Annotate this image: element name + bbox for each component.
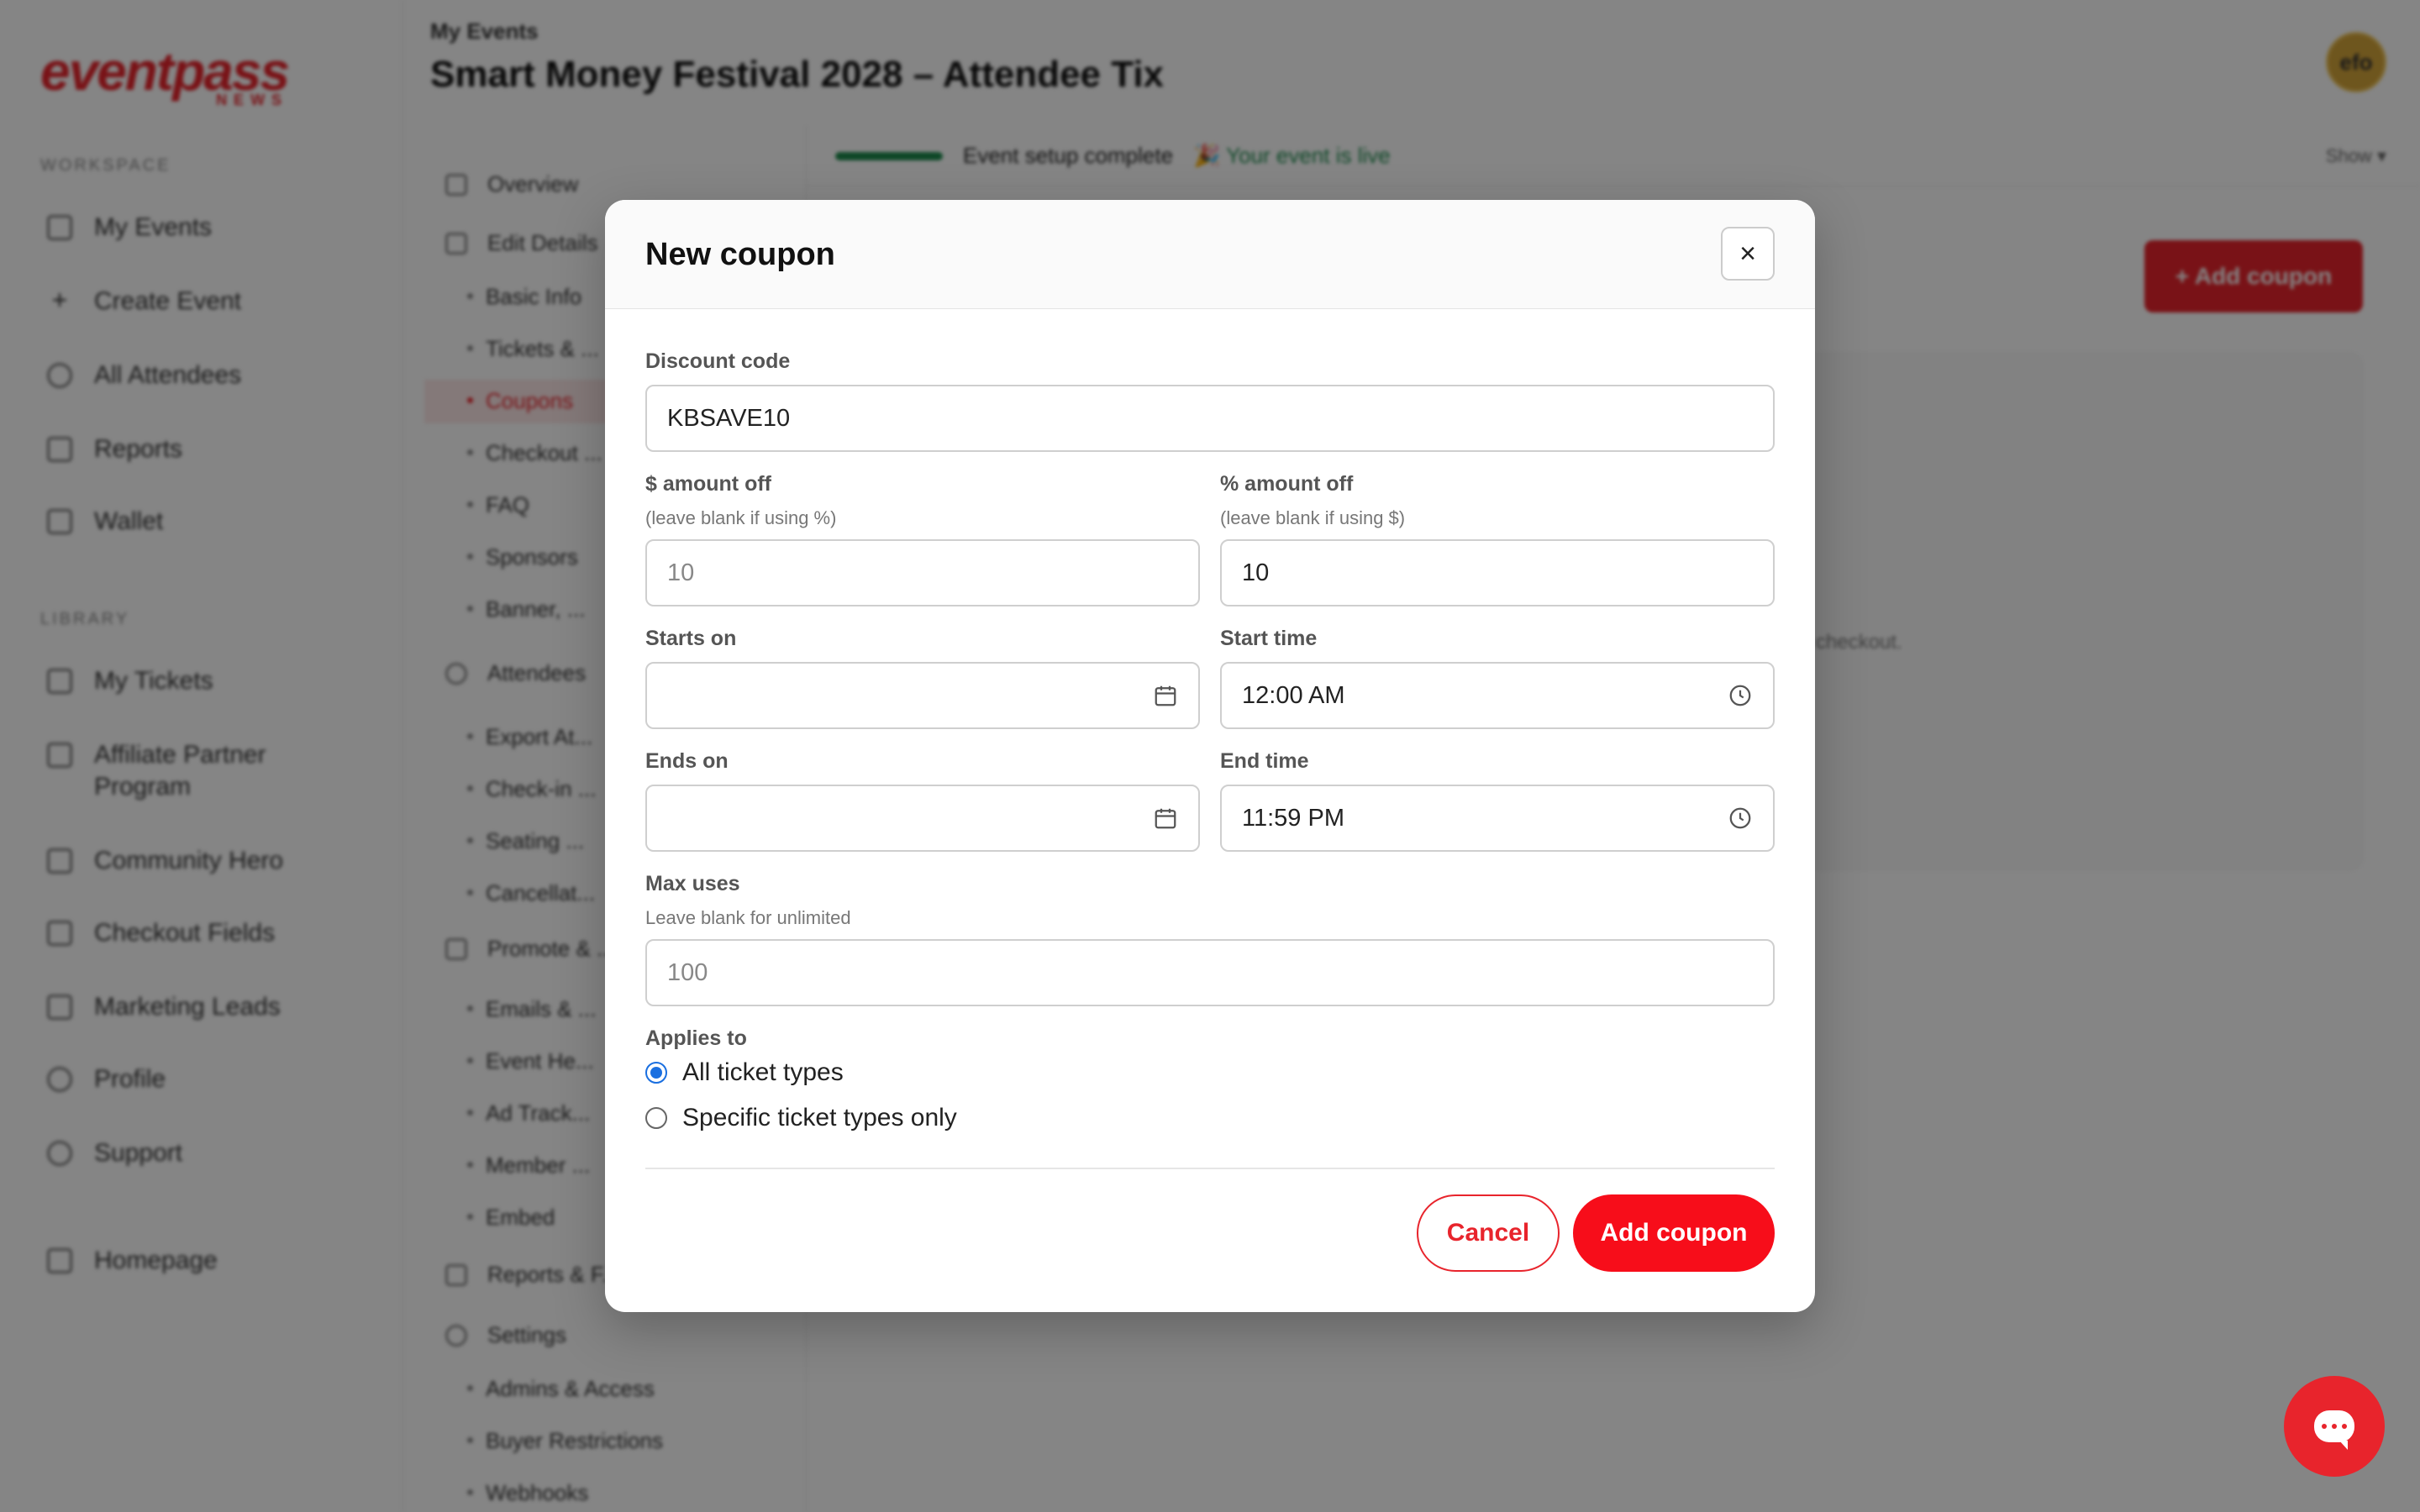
discount-code-input[interactable] xyxy=(645,385,1775,452)
new-coupon-dialog: New coupon × Discount code $ amount off … xyxy=(605,200,1815,1312)
start-time-input[interactable]: 12:00 AM xyxy=(1220,662,1775,729)
radio-label: Specific ticket types only xyxy=(682,1104,957,1131)
percent-amount-off-label: % amount off xyxy=(1220,472,1354,496)
cancel-button[interactable]: Cancel xyxy=(1417,1194,1560,1272)
max-uses-label: Max uses xyxy=(645,872,740,895)
dollar-amount-off-hint: (leave blank if using %) xyxy=(645,507,837,528)
dollar-amount-off-label: $ amount off xyxy=(645,472,771,496)
dialog-title: New coupon xyxy=(645,237,835,272)
applies-to-label: Applies to xyxy=(645,1026,747,1050)
footer-divider xyxy=(645,1168,1775,1169)
radio-all-ticket-types[interactable]: All ticket types xyxy=(645,1058,844,1087)
calendar-icon[interactable] xyxy=(1153,683,1178,708)
radio-specific-ticket-types[interactable]: Specific ticket types only xyxy=(645,1104,957,1132)
discount-code-label: Discount code xyxy=(645,349,791,373)
radio-button-selected[interactable] xyxy=(645,1062,667,1084)
ends-on-label: Ends on xyxy=(645,749,729,773)
clock-icon[interactable] xyxy=(1728,806,1753,831)
radio-button[interactable] xyxy=(645,1107,667,1129)
end-time-input[interactable]: 11:59 PM xyxy=(1220,785,1775,852)
radio-label: All ticket types xyxy=(682,1058,844,1086)
chat-launcher-button[interactable] xyxy=(2284,1376,2385,1477)
starts-on-label: Starts on xyxy=(645,627,737,650)
end-time-label: End time xyxy=(1220,749,1309,773)
calendar-icon[interactable] xyxy=(1153,806,1178,831)
starts-on-date-input[interactable] xyxy=(645,662,1200,729)
percent-amount-off-input[interactable] xyxy=(1220,539,1775,606)
add-coupon-button[interactable]: Add coupon xyxy=(1573,1194,1775,1272)
percent-amount-off-hint: (leave blank if using $) xyxy=(1220,507,1406,528)
end-time-value: 11:59 PM xyxy=(1242,804,1344,832)
max-uses-hint: Leave blank for unlimited xyxy=(645,907,851,928)
ends-on-date-input[interactable] xyxy=(645,785,1200,852)
start-time-value: 12:00 AM xyxy=(1242,681,1345,709)
clock-icon[interactable] xyxy=(1728,683,1753,708)
dollar-amount-off-input[interactable] xyxy=(645,539,1200,606)
start-time-label: Start time xyxy=(1220,627,1318,650)
chat-bubble-icon xyxy=(2314,1410,2354,1450)
dialog-header: New coupon × xyxy=(605,200,1815,309)
max-uses-input[interactable] xyxy=(645,939,1775,1006)
close-button[interactable]: × xyxy=(1721,227,1775,281)
